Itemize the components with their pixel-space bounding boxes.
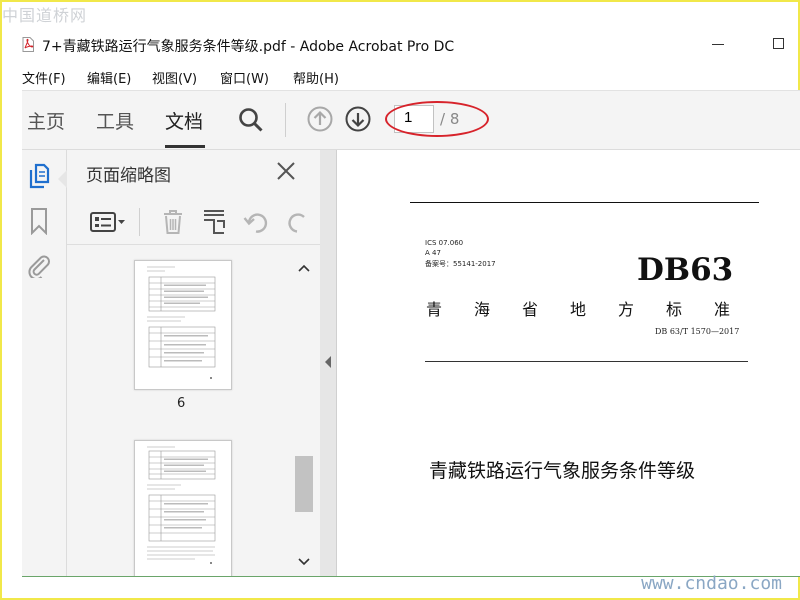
menu-view[interactable]: 视图(V) [152,68,197,87]
doc-title: 青藏铁路运行气象服务条件等级 [429,460,696,482]
doc-ics-code: ICS 07.060 [425,239,464,247]
page-thumbnails-icon[interactable] [27,162,51,190]
panel-splitter[interactable] [320,150,337,576]
page-down-icon[interactable] [345,106,371,132]
thumbnail-list[interactable]: 6 [67,250,293,576]
extract-page-icon[interactable] [201,208,227,236]
page-thumbnail[interactable] [134,440,232,576]
navigation-rail [22,150,67,576]
menu-help[interactable]: 帮助(H) [293,68,339,87]
doc-mid-rule [425,361,748,362]
attachment-icon[interactable] [26,252,52,278]
minimize-button[interactable] [712,44,724,45]
search-icon[interactable] [238,107,264,133]
collapse-panel-icon[interactable] [325,356,331,368]
close-icon[interactable] [275,160,297,182]
doc-top-rule [410,202,759,203]
scrollbar-thumb[interactable] [295,456,313,512]
scroll-down-icon[interactable] [298,558,310,566]
doc-filing-number: 备案号：55141-2017 [425,260,496,268]
doc-standard-type: 青海省地方标准 [426,300,763,319]
page-thumbnails-panel: 页面缩略图 6 [67,150,321,576]
menu-bar: 文件(F) 编辑(E) 视图(V) 窗口(W) 帮助(H) [0,64,800,88]
active-tab-indicator [165,145,205,148]
maximize-button[interactable] [773,38,784,49]
thumbnail-toolbar [67,200,320,245]
page-up-icon[interactable] [307,106,333,132]
tab-home[interactable]: 主页 [27,107,65,134]
tab-tools[interactable]: 工具 [96,107,134,134]
document-view[interactable]: ICS 07.060 A 47 备案号：55141-2017 DB63 青海省地… [337,150,800,576]
page-thumbnail[interactable] [134,260,232,390]
doc-class-code: A 47 [425,249,441,257]
bookmark-icon[interactable] [29,207,49,235]
main-toolbar: 主页 工具 文档 / 8 [22,90,800,150]
thumbnail-page-content [147,446,216,564]
page-number-highlight-annotation [385,101,489,137]
doc-standard-code: DB63 [637,252,734,288]
thumbnail-page-content [147,266,216,379]
menu-edit[interactable]: 编辑(E) [87,68,131,87]
delete-page-icon[interactable] [161,208,185,236]
thumbnail-scrollbar[interactable] [293,256,313,576]
panel-title: 页面缩略图 [86,166,171,186]
doc-standard-number: DB 63/T 1570—2017 [655,327,740,336]
thumbnail-page-label: 6 [177,396,186,411]
window-title: 7+青藏铁路运行气象服务条件等级.pdf - Adobe Acrobat Pro… [42,39,455,55]
panel-pointer [58,170,67,188]
thumbnail-options-icon[interactable] [89,210,127,234]
watermark-top-left: 中国道桥网 [2,6,88,25]
undo-icon[interactable] [243,210,271,236]
scroll-up-icon[interactable] [298,264,310,272]
tab-document[interactable]: 文档 [165,107,203,134]
title-bar: 7+青藏铁路运行气象服务条件等级.pdf - Adobe Acrobat Pro… [0,30,800,62]
pdf-file-icon [22,37,34,52]
toolbar-separator [285,103,286,137]
menu-file[interactable]: 文件(F) [22,68,66,87]
menu-window[interactable]: 窗口(W) [220,68,269,87]
watermark-bottom-right: www.cndao.com [641,573,782,594]
redo-icon[interactable] [284,210,306,236]
toolbar-separator [139,208,140,236]
